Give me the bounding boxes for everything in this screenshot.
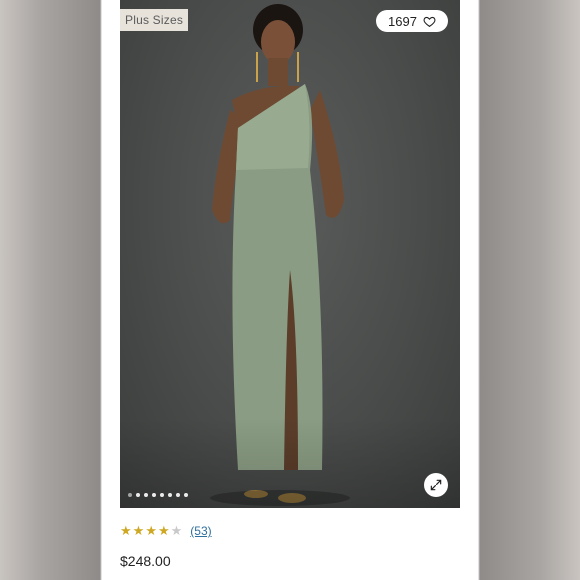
favorite-count: 1697: [388, 13, 417, 29]
expand-icon: [430, 479, 442, 491]
star-rating: ★ ★ ★ ★ ★: [120, 524, 182, 538]
product-price: $248.00: [120, 553, 171, 569]
star-icon: ★: [145, 523, 157, 538]
review-count-link[interactable]: (53): [190, 524, 211, 538]
plus-sizes-badge: Plus Sizes: [120, 9, 189, 31]
carousel-dot[interactable]: [184, 493, 188, 497]
heart-icon: [423, 16, 436, 27]
carousel-dots: [128, 493, 188, 497]
product-photo[interactable]: [120, 0, 460, 508]
star-icon: ★: [132, 523, 145, 538]
carousel-dot[interactable]: [128, 493, 132, 497]
favorite-button[interactable]: 1697: [376, 10, 448, 32]
carousel-dot[interactable]: [176, 493, 180, 497]
star-icon: ★: [120, 523, 132, 538]
rating-row: ★ ★ ★ ★ ★ (53): [120, 524, 212, 539]
carousel-dot[interactable]: [152, 493, 156, 497]
carousel-dot[interactable]: [144, 493, 148, 497]
carousel-dot[interactable]: [160, 493, 164, 497]
star-icon: ★: [170, 523, 183, 538]
star-icon: ★: [157, 523, 170, 538]
carousel-dot[interactable]: [136, 493, 140, 497]
carousel-dot[interactable]: [168, 493, 172, 497]
expand-image-button[interactable]: [424, 473, 448, 497]
